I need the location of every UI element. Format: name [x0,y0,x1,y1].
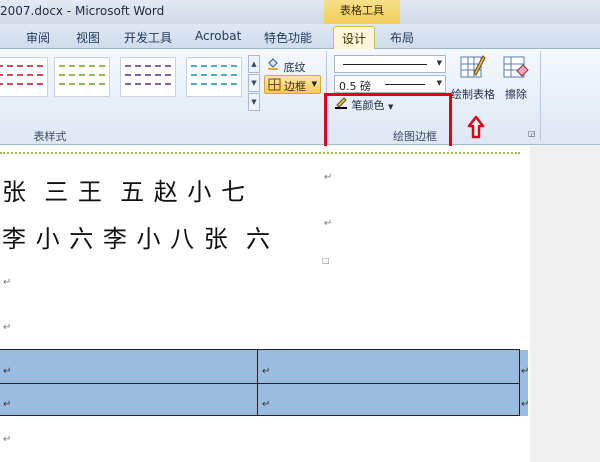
eraser-icon [503,53,529,84]
table-style-swatch[interactable] [120,57,176,97]
tab-review[interactable]: 审阅 [26,29,50,46]
draw-table-icon [460,53,486,84]
chevron-down-icon: ▼ [436,59,442,67]
gallery-more-button[interactable]: ▼ [248,93,260,111]
tab-special-features[interactable]: 特色功能 [264,29,312,46]
ribbon-tab-bar: 审阅 视图 开发工具 Acrobat 特色功能 设计 布局 [0,24,600,50]
borders-label: 边框 [284,80,306,93]
cell-mark: ↵ [3,366,12,377]
eraser-button[interactable]: 擦除 [500,53,532,102]
chevron-down-icon: ▼ [311,80,317,88]
annotation-up-arrow-icon [467,115,485,142]
gallery-up-button[interactable]: ▲ [248,55,260,73]
tab-layout[interactable]: 布局 [390,29,414,46]
cell-mark: ↵ [262,399,271,410]
eraser-label: 擦除 [505,88,527,101]
line-weight-select[interactable]: 0.5 磅 ▼ [334,75,446,93]
dialog-launcher-icon[interactable]: ◲ [528,129,536,138]
borders-button[interactable]: 边框 ▼ [264,75,321,94]
tab-developer[interactable]: 开发工具 [124,29,172,46]
chevron-down-icon: ▼ [436,79,442,87]
tab-design[interactable]: 设计 [333,26,376,50]
document-line: 张 三 王 五 赵 小 七 [2,178,247,206]
table-tools-context-title: 表格工具 [324,0,400,24]
paint-bucket-icon [266,58,284,74]
paragraph-mark: ↵ [3,322,12,333]
paragraph-mark: ↵ [3,277,12,288]
cell-mark: ↵ [262,366,271,377]
group-label-draw-borders: 绘图边框 [393,130,437,143]
draw-table-label: 绘制表格 [451,88,495,101]
tab-acrobat[interactable]: Acrobat [195,29,241,43]
paragraph-mark: ↵ [324,172,333,183]
gallery-scroll: ▲ ▼ ▼ [248,55,260,113]
table-resize-handle[interactable]: □ [322,256,330,265]
row-end-mark: ↵ [521,366,530,377]
table-style-swatch[interactable] [54,57,110,97]
header-divider [0,152,520,155]
line-weight-value: 0.5 磅 [339,80,371,93]
ribbon: ▲ ▼ ▼ 表样式 底纹 边框 ▼ ▼ 0.5 磅 ▼ 笔颜色 ▼ 绘制表格 擦… [0,49,600,168]
line-style-select[interactable]: ▼ [334,55,446,73]
group-label-table-styles: 表样式 [33,130,67,143]
borders-icon [268,78,281,94]
table-style-swatch[interactable] [0,57,48,97]
paragraph-mark: ↵ [3,434,12,445]
cell-mark: ↵ [3,399,12,410]
gallery-down-button[interactable]: ▼ [248,74,260,92]
table-border [0,349,520,350]
title-bar: 2007.docx - Microsoft Word 表格工具 [0,0,600,24]
document-line: 李 小 六 李 小 八 张 六 [2,225,272,253]
window-title: 2007.docx - Microsoft Word [0,4,165,18]
tab-view[interactable]: 视图 [76,29,100,46]
shading-button[interactable]: 底纹 [266,57,306,75]
table-border [0,415,520,416]
table-style-swatch[interactable] [186,57,242,97]
table-border [0,383,520,384]
table-border [519,349,520,416]
row-end-mark: ↵ [521,399,530,410]
draw-table-button[interactable]: 绘制表格 [449,53,497,102]
document-margin-area [530,146,600,462]
shading-label: 底纹 [283,61,306,74]
group-separator [540,51,541,141]
paragraph-mark: ↵ [324,218,333,229]
table-border [257,349,258,416]
